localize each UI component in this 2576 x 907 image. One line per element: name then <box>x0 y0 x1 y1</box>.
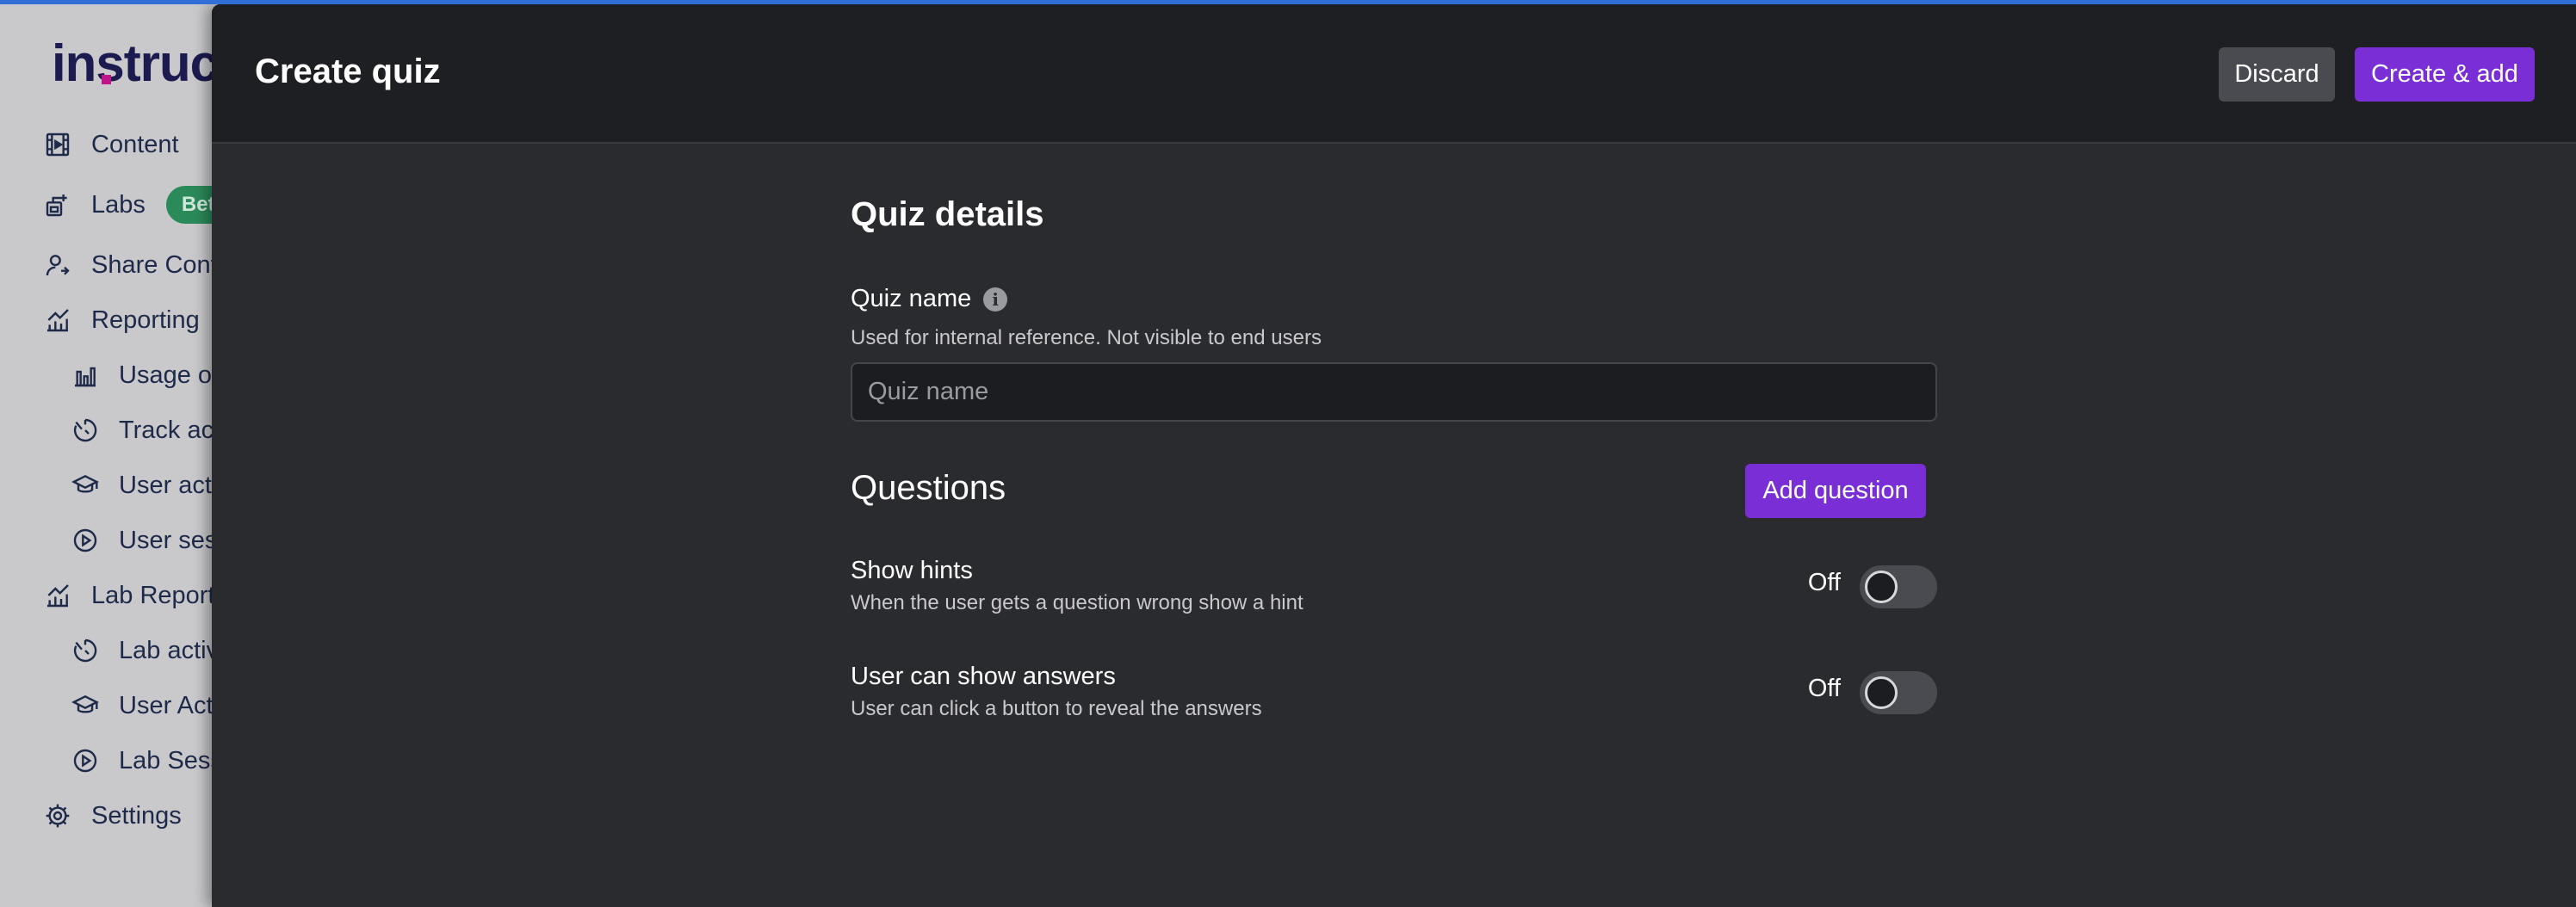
create-and-add-button[interactable]: Create & add <box>2355 47 2535 102</box>
sidebar-item-lab-sessions[interactable]: Lab Sessions <box>71 739 224 782</box>
sidebar-item-label: Usage overview <box>119 361 224 389</box>
logo-accent-dot <box>102 75 111 84</box>
sidebar-item-content[interactable]: Content <box>43 123 179 166</box>
window-top-accent <box>0 0 2576 4</box>
labs-icon <box>43 190 72 219</box>
show-answers-description: User can click a button to reveal the an… <box>851 697 1262 720</box>
sidebar-item-label: User activity <box>119 471 224 499</box>
graduation-cap-icon <box>71 471 100 500</box>
logo-text: instruc <box>52 34 219 92</box>
info-icon[interactable]: i <box>983 287 1008 312</box>
sidebar-item-label: Lab Sessions <box>119 746 224 774</box>
show-hints-row: Show hints When the user gets a question… <box>851 557 1937 626</box>
quiz-name-label: Quiz name i <box>851 285 1008 313</box>
quiz-name-input[interactable] <box>851 362 1937 422</box>
chart-icon <box>43 305 72 335</box>
sidebar-item-lab-reporting[interactable]: Lab Reporting <box>43 574 224 617</box>
questions-heading: Questions <box>851 469 1006 507</box>
bar-chart-icon <box>71 361 100 390</box>
sidebar-item-label: Settings <box>91 801 182 830</box>
play-circle-icon <box>71 526 100 555</box>
sidebar-item-settings[interactable]: Settings <box>43 794 182 837</box>
sidebar-item-label: Lab activity <box>119 636 224 664</box>
graduation-cap-icon <box>71 691 100 720</box>
create-quiz-modal: Create quiz Discard Create & add Quiz de… <box>212 4 2576 907</box>
quiz-name-label-text: Quiz name <box>851 285 972 312</box>
timer-icon <box>71 636 100 665</box>
timer-icon <box>71 416 100 445</box>
show-answers-label: User can show answers <box>851 663 1116 690</box>
sidebar-item-label: User sessions <box>119 526 224 554</box>
sidebar-item-label: User Activity <box>119 691 224 719</box>
film-icon <box>43 130 72 159</box>
show-hints-description: When the user gets a question wrong show… <box>851 591 1303 614</box>
show-hints-label: Show hints <box>851 557 973 584</box>
show-answers-row: User can show answers User can click a b… <box>851 663 1937 731</box>
toggle-knob <box>1865 676 1898 709</box>
show-hints-state: Off <box>1807 569 1841 596</box>
sidebar-item-share-content[interactable]: Share Content <box>43 244 224 287</box>
sidebar-item-label: Track activity <box>119 416 224 444</box>
show-answers-toggle[interactable] <box>1860 671 1937 714</box>
sidebar-item-usage-overview[interactable]: Usage overview <box>71 354 224 397</box>
show-answers-state: Off <box>1807 675 1841 702</box>
sidebar-item-reporting[interactable]: Reporting <box>43 299 200 342</box>
discard-button[interactable]: Discard <box>2219 47 2335 102</box>
quiz-name-help: Used for internal reference. Not visible… <box>851 326 1322 349</box>
sidebar-item-user-activity[interactable]: User activity <box>71 464 224 507</box>
chart-icon <box>43 581 72 610</box>
sidebar-item-user-sessions[interactable]: User sessions <box>71 519 224 562</box>
sidebar-item-label: Share Content <box>91 250 224 279</box>
sidebar-item-label: Reporting <box>91 305 200 334</box>
play-circle-icon <box>71 746 100 775</box>
show-hints-toggle[interactable] <box>1860 565 1937 608</box>
sidebar-item-track-activity[interactable]: Track activity <box>71 409 224 452</box>
modal-header: Create quiz Discard Create & add <box>212 4 2576 144</box>
user-share-icon <box>43 250 72 280</box>
sidebar-item-lab-user-activity[interactable]: User Activity <box>71 684 224 727</box>
modal-title: Create quiz <box>255 52 441 90</box>
gear-icon <box>43 801 72 830</box>
sidebar-item-label: Lab Reporting <box>91 581 224 609</box>
sidebar: instruc Content Labs Beta Share Content … <box>0 4 224 907</box>
sidebar-item-lab-activity[interactable]: Lab activity <box>71 629 224 672</box>
quiz-details-heading: Quiz details <box>851 195 1044 233</box>
add-question-button[interactable]: Add question <box>1745 464 1926 518</box>
brand-logo[interactable]: instruc <box>52 34 219 93</box>
toggle-knob <box>1865 571 1898 603</box>
sidebar-item-label: Content <box>91 130 179 158</box>
sidebar-item-labs[interactable]: Labs Beta <box>43 183 224 226</box>
sidebar-item-label: Labs <box>91 190 146 219</box>
